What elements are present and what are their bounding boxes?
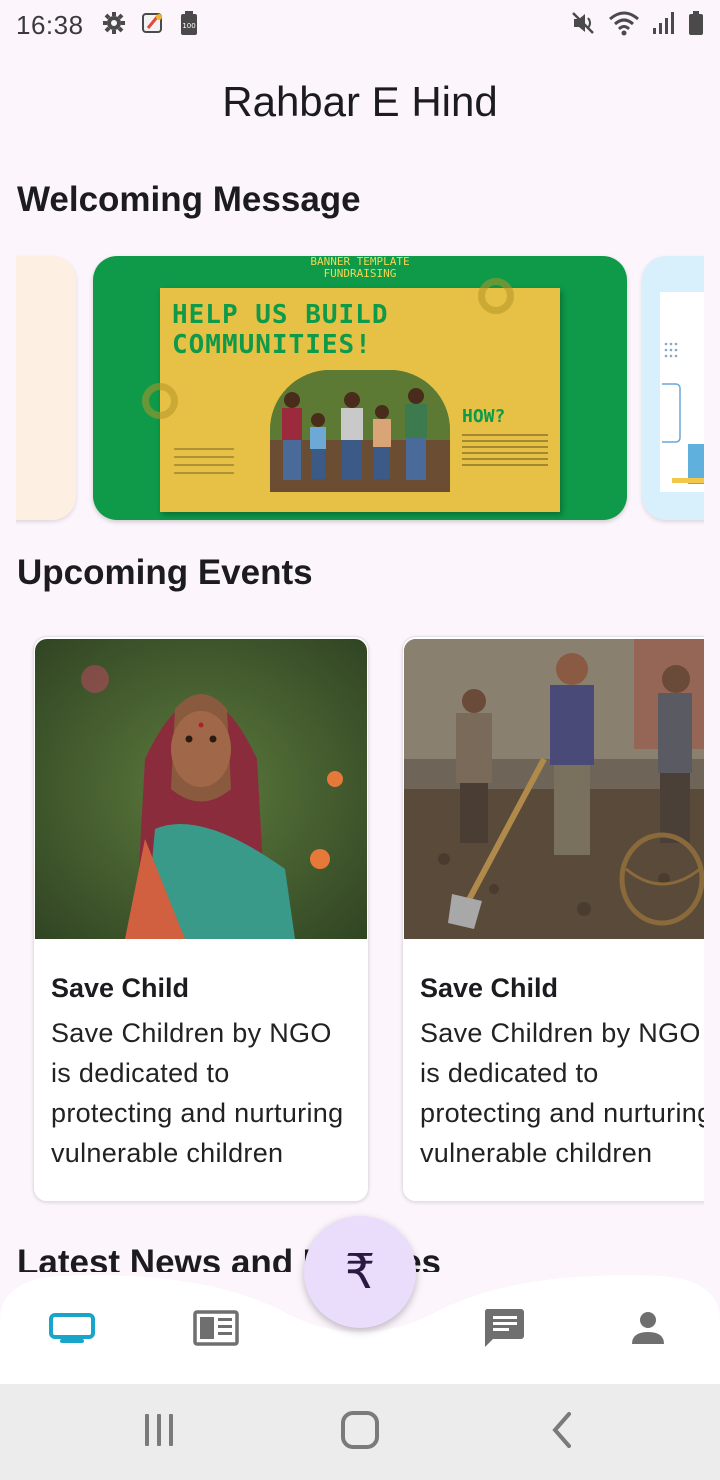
mute-icon	[570, 10, 596, 41]
volunteers-photo	[270, 370, 450, 492]
nav-news-button[interactable]	[191, 1308, 241, 1352]
gear-icon	[102, 11, 126, 40]
app-notification-icon	[140, 10, 166, 41]
news-icon	[193, 1309, 239, 1351]
battery-saver-icon: 100	[180, 10, 198, 41]
person-icon	[630, 1310, 666, 1351]
recents-button[interactable]	[129, 1412, 189, 1452]
nav-profile-button[interactable]	[623, 1308, 673, 1352]
poster-headline: HELP US BUILD COMMUNITIES!	[172, 300, 389, 360]
banner-card-previous[interactable]	[16, 256, 76, 520]
home-icon	[340, 1410, 380, 1455]
events-heading: Upcoming Events	[17, 553, 313, 592]
banner-card-current[interactable]: BANNER TEMPLATE FUNDRAISING HELP US BUIL…	[93, 256, 627, 520]
rupee-icon: ₹	[344, 1244, 376, 1300]
banner-card-next[interactable]	[642, 256, 704, 520]
tv-icon	[48, 1312, 96, 1349]
svg-text:100: 100	[182, 22, 195, 30]
fundraising-poster: HELP US BUILD COMMUNITIES! HOW?	[142, 278, 560, 512]
status-time: 16:38	[16, 9, 84, 40]
event-card[interactable]: Save Child Save Children by NGO is dedic…	[33, 636, 369, 1202]
event-photo	[404, 639, 704, 939]
poster-body-text	[462, 434, 548, 470]
home-button[interactable]	[330, 1410, 390, 1455]
nav-tv-button[interactable]	[47, 1308, 97, 1352]
battery-icon	[688, 10, 704, 41]
event-photo	[35, 639, 367, 939]
event-title: Save Child	[51, 973, 190, 1003]
chat-icon	[483, 1307, 525, 1354]
event-description: Save Children by NGO is dedicated to pro…	[420, 1018, 704, 1168]
system-navigation-bar	[0, 1384, 720, 1480]
poster-footer-text	[174, 448, 234, 480]
wifi-icon	[608, 10, 640, 41]
banner-top-label: BANNER TEMPLATE FUNDRAISING	[310, 256, 410, 280]
event-card[interactable]: Save Child Save Children by NGO is dedic…	[402, 636, 704, 1202]
app-title: Rahbar E Hind	[222, 78, 498, 125]
nav-chat-button[interactable]	[479, 1308, 529, 1352]
status-bar: 16:38 100	[0, 0, 720, 50]
banner-carousel[interactable]: BANNER TEMPLATE FUNDRAISING HELP US BUIL…	[16, 252, 704, 528]
event-description: Save Children by NGO is dedicated to pro…	[51, 1018, 344, 1168]
event-title: Save Child	[420, 973, 559, 1003]
poster-how-label: HOW?	[462, 406, 506, 427]
back-icon	[547, 1410, 577, 1455]
welcome-heading: Welcoming Message	[17, 180, 361, 219]
signal-icon	[652, 10, 676, 41]
recents-icon	[141, 1412, 177, 1453]
donate-fab-button[interactable]: ₹	[304, 1216, 416, 1328]
events-carousel[interactable]: Save Child Save Children by NGO is dedic…	[16, 620, 704, 1220]
back-button[interactable]	[532, 1410, 592, 1455]
